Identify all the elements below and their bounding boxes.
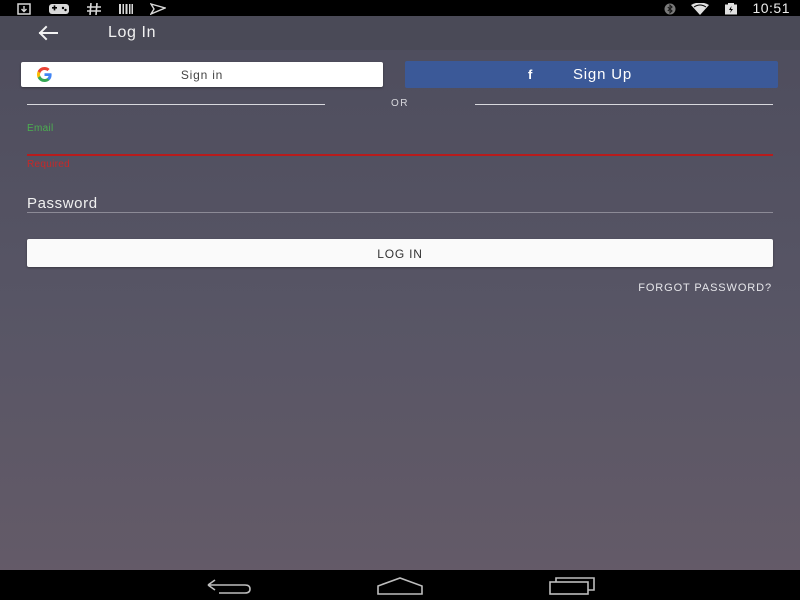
gamepad-icon: [48, 2, 70, 14]
home-nav-icon: [377, 577, 423, 595]
email-field[interactable]: [27, 134, 773, 152]
arrow-back-icon: [38, 25, 58, 41]
battery-icon: [724, 2, 738, 15]
facebook-sign-up-label: Sign Up: [573, 66, 632, 83]
google-sign-in-label: Sign in: [180, 68, 224, 82]
back-nav-icon: [207, 579, 251, 594]
app-toolbar: Log In: [0, 16, 800, 50]
facebook-sign-up-button[interactable]: f Sign Up: [405, 61, 778, 88]
wifi-icon: [690, 2, 710, 15]
log-in-button[interactable]: LOG IN: [27, 239, 773, 267]
log-in-label: LOG IN: [377, 247, 423, 261]
login-screen: 10:51 Log In Sign in f Sign Up OR Email …: [0, 0, 800, 600]
status-bar: 10:51: [0, 0, 800, 16]
back-button[interactable]: [36, 24, 60, 42]
password-underline: [27, 212, 773, 213]
facebook-icon: f: [528, 67, 533, 82]
notification-icons: [16, 1, 168, 16]
send-icon: [149, 2, 168, 16]
password-field[interactable]: [27, 194, 773, 212]
home-nav-button[interactable]: [376, 576, 424, 596]
barcode-icon: [118, 2, 134, 14]
recents-nav-button[interactable]: [548, 576, 596, 596]
forgot-password-link[interactable]: FORGOT PASSWORD?: [638, 282, 772, 294]
email-underline: [27, 154, 773, 156]
email-error-text: Required: [27, 159, 70, 170]
system-icons: 10:51: [664, 0, 790, 16]
clock-time: 10:51: [752, 0, 790, 16]
divider-right: [475, 104, 773, 105]
google-sign-in-button[interactable]: Sign in: [21, 62, 383, 87]
or-separator: OR: [391, 98, 409, 109]
recents-nav-icon: [549, 577, 595, 595]
download-icon: [16, 2, 32, 15]
navigation-bar: [0, 570, 800, 600]
hashtag-icon: [86, 2, 102, 16]
email-label: Email: [27, 123, 54, 134]
divider-left: [27, 104, 325, 105]
bluetooth-icon: [664, 2, 676, 15]
page-title: Log In: [108, 24, 157, 41]
back-nav-button[interactable]: [205, 576, 253, 596]
